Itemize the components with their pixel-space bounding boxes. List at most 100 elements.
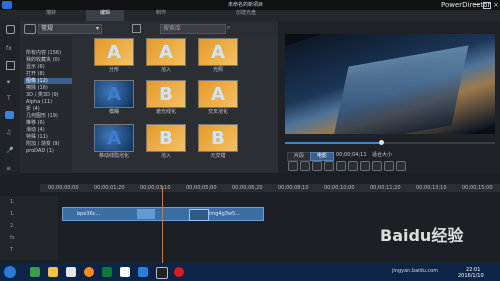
transition-label: 遮光线化 [155, 109, 176, 115]
category-item[interactable]: proDAD (1) [26, 148, 54, 154]
ruler-tick: 00;00;08;10 [278, 185, 309, 191]
category-item[interactable]: 推移 (6) [26, 120, 45, 126]
minimize-icon[interactable] [474, 4, 480, 5]
grid-view-icon[interactable] [132, 24, 141, 33]
transition-block[interactable] [137, 209, 155, 219]
transition-thumbnail[interactable]: B [146, 124, 186, 152]
preview-mode-clip[interactable]: 片段 [287, 152, 311, 161]
transition-thumbnail[interactable]: A [94, 124, 134, 152]
voiceover-icon[interactable]: 🎤 [6, 147, 13, 154]
tab-edit[interactable]: 编辑 [86, 10, 124, 21]
video-track[interactable]: bpe36c... img4g3w5... [62, 207, 264, 221]
import-icon[interactable] [24, 24, 36, 34]
transition-thumbnail[interactable]: A [198, 80, 238, 108]
clip-b-thumb [189, 209, 209, 221]
transition-room-icon[interactable] [5, 111, 14, 119]
transition-thumbnail[interactable]: B [198, 124, 238, 152]
app-icon[interactable] [30, 267, 40, 277]
audio-mixer-icon[interactable]: ♫ [6, 129, 11, 136]
category-item[interactable]: 折 (4) [26, 106, 40, 112]
ruler-tick: 00;00;06;20 [232, 185, 263, 191]
tab-capture[interactable]: 捕获 [34, 10, 68, 21]
fullscreen-button[interactable] [384, 161, 394, 171]
3d-button[interactable] [372, 161, 382, 171]
category-item[interactable]: 特殊 (11) [26, 134, 48, 140]
transition-thumbnail[interactable]: A [94, 80, 134, 108]
category-item[interactable]: 我的收藏夹 (0) [26, 57, 60, 63]
undock-button[interactable] [396, 161, 406, 171]
transition-label: 元交错 [210, 153, 226, 159]
video-editor-icon[interactable] [120, 267, 130, 277]
transition-thumbnail[interactable]: A [94, 38, 134, 66]
category-item[interactable]: Alpha (11) [26, 99, 52, 105]
director-icon[interactable] [156, 267, 168, 279]
clip-a-label: bpe36c... [77, 211, 101, 217]
volume-button[interactable] [360, 161, 370, 171]
maximize-icon[interactable] [483, 2, 491, 9]
window-controls[interactable]: × [474, 1, 500, 9]
transition-thumbnail[interactable]: A [146, 38, 186, 66]
fx-icon[interactable]: fx [6, 45, 12, 52]
ruler-tick: 00;00;03;10 [140, 185, 171, 191]
snapshot-button[interactable] [348, 161, 358, 171]
browser-icon[interactable] [84, 267, 94, 277]
chapter-icon[interactable]: ≡ [6, 165, 11, 172]
category-item[interactable]: 显示 (6) [26, 64, 45, 70]
preview-zoom[interactable]: 适合大小 [372, 152, 392, 158]
start-icon[interactable] [4, 266, 16, 278]
close-icon[interactable]: × [493, 1, 499, 9]
search-placeholder: 搜索库 [163, 25, 182, 32]
dropdown-value: 常规 [41, 25, 54, 32]
category-item[interactable]: 3D / 类3D (9) [26, 92, 59, 98]
playhead[interactable] [162, 186, 163, 264]
media-room-icon[interactable] [6, 25, 15, 34]
category-item-selected[interactable]: 图像 (12) [24, 78, 72, 84]
search-icon[interactable]: ⌕ [227, 24, 230, 31]
category-item[interactable]: 打开 (8) [26, 71, 45, 77]
file-explorer-icon[interactable] [48, 267, 58, 277]
transition-label: 移动线隐溶化 [98, 153, 129, 159]
pip-icon[interactable] [6, 61, 15, 70]
tab-create-disc[interactable]: 创建光盘 [226, 10, 266, 21]
title-bar: 未命名的新項目 PowerDirector × [0, 0, 500, 10]
ruler-tick: 00;00;05;00 [186, 185, 217, 191]
category-item[interactable]: 几何图形 (19) [26, 113, 58, 119]
transition-thumbnail[interactable]: B [146, 80, 186, 108]
clip-b-label: img4g3w5... [209, 211, 241, 217]
fast-forward-button[interactable] [336, 161, 346, 171]
track-label-video1: 1. [10, 199, 15, 205]
transition-label: 溶入 [160, 153, 171, 159]
folder-icon[interactable] [66, 267, 76, 277]
category-dropdown[interactable]: 常规 ▾ [38, 24, 102, 34]
category-item[interactable]: 滑动 (4) [26, 127, 45, 133]
media-icon[interactable] [102, 267, 112, 277]
photo-icon[interactable] [138, 267, 148, 277]
watermark-url: jingyan.baidu.com [392, 268, 439, 274]
transition-label: 溶入 [160, 67, 171, 73]
next-frame-button[interactable] [324, 161, 334, 171]
record-icon[interactable] [174, 267, 184, 277]
category-item[interactable]: 所有内容 (156) [26, 50, 61, 56]
mode-tabs: 捕获 编辑 制作 创建光盘 [0, 10, 500, 21]
preview-scrubber[interactable] [285, 140, 495, 145]
track-headers: 1. 1. 2. fx T [0, 196, 58, 260]
search-input[interactable]: 搜索库 [160, 24, 226, 34]
left-toolbar: fx ✷ T ♫ 🎤 ≡ [0, 21, 20, 186]
previous-frame-button[interactable] [312, 161, 322, 171]
particle-icon[interactable]: ✷ [6, 79, 11, 86]
transition-thumbnail[interactable]: A [198, 38, 238, 66]
preview-scrubber-handle[interactable] [379, 140, 384, 145]
chevron-down-icon: ▾ [95, 25, 99, 32]
play-button[interactable] [288, 161, 298, 171]
category-item[interactable]: 擦除 (16) [26, 85, 48, 91]
transition-label: 分形 [108, 67, 119, 73]
preview-timecode: 00;00;04;11 [336, 152, 367, 158]
preview-mode-movie[interactable]: 电影 [310, 152, 334, 161]
stop-button[interactable] [300, 161, 310, 171]
category-item[interactable]: 附加 / 渐变 (9) [26, 141, 60, 147]
timeline-ruler: 00;00;00;00 00;00;01;20 00;00;03;10 00;0… [40, 184, 500, 192]
tab-produce[interactable]: 制作 [146, 10, 176, 21]
title-room-icon[interactable]: T [7, 95, 11, 102]
ruler-tick: 00;00;13;10 [416, 185, 447, 191]
track-label-title: T [10, 247, 14, 253]
